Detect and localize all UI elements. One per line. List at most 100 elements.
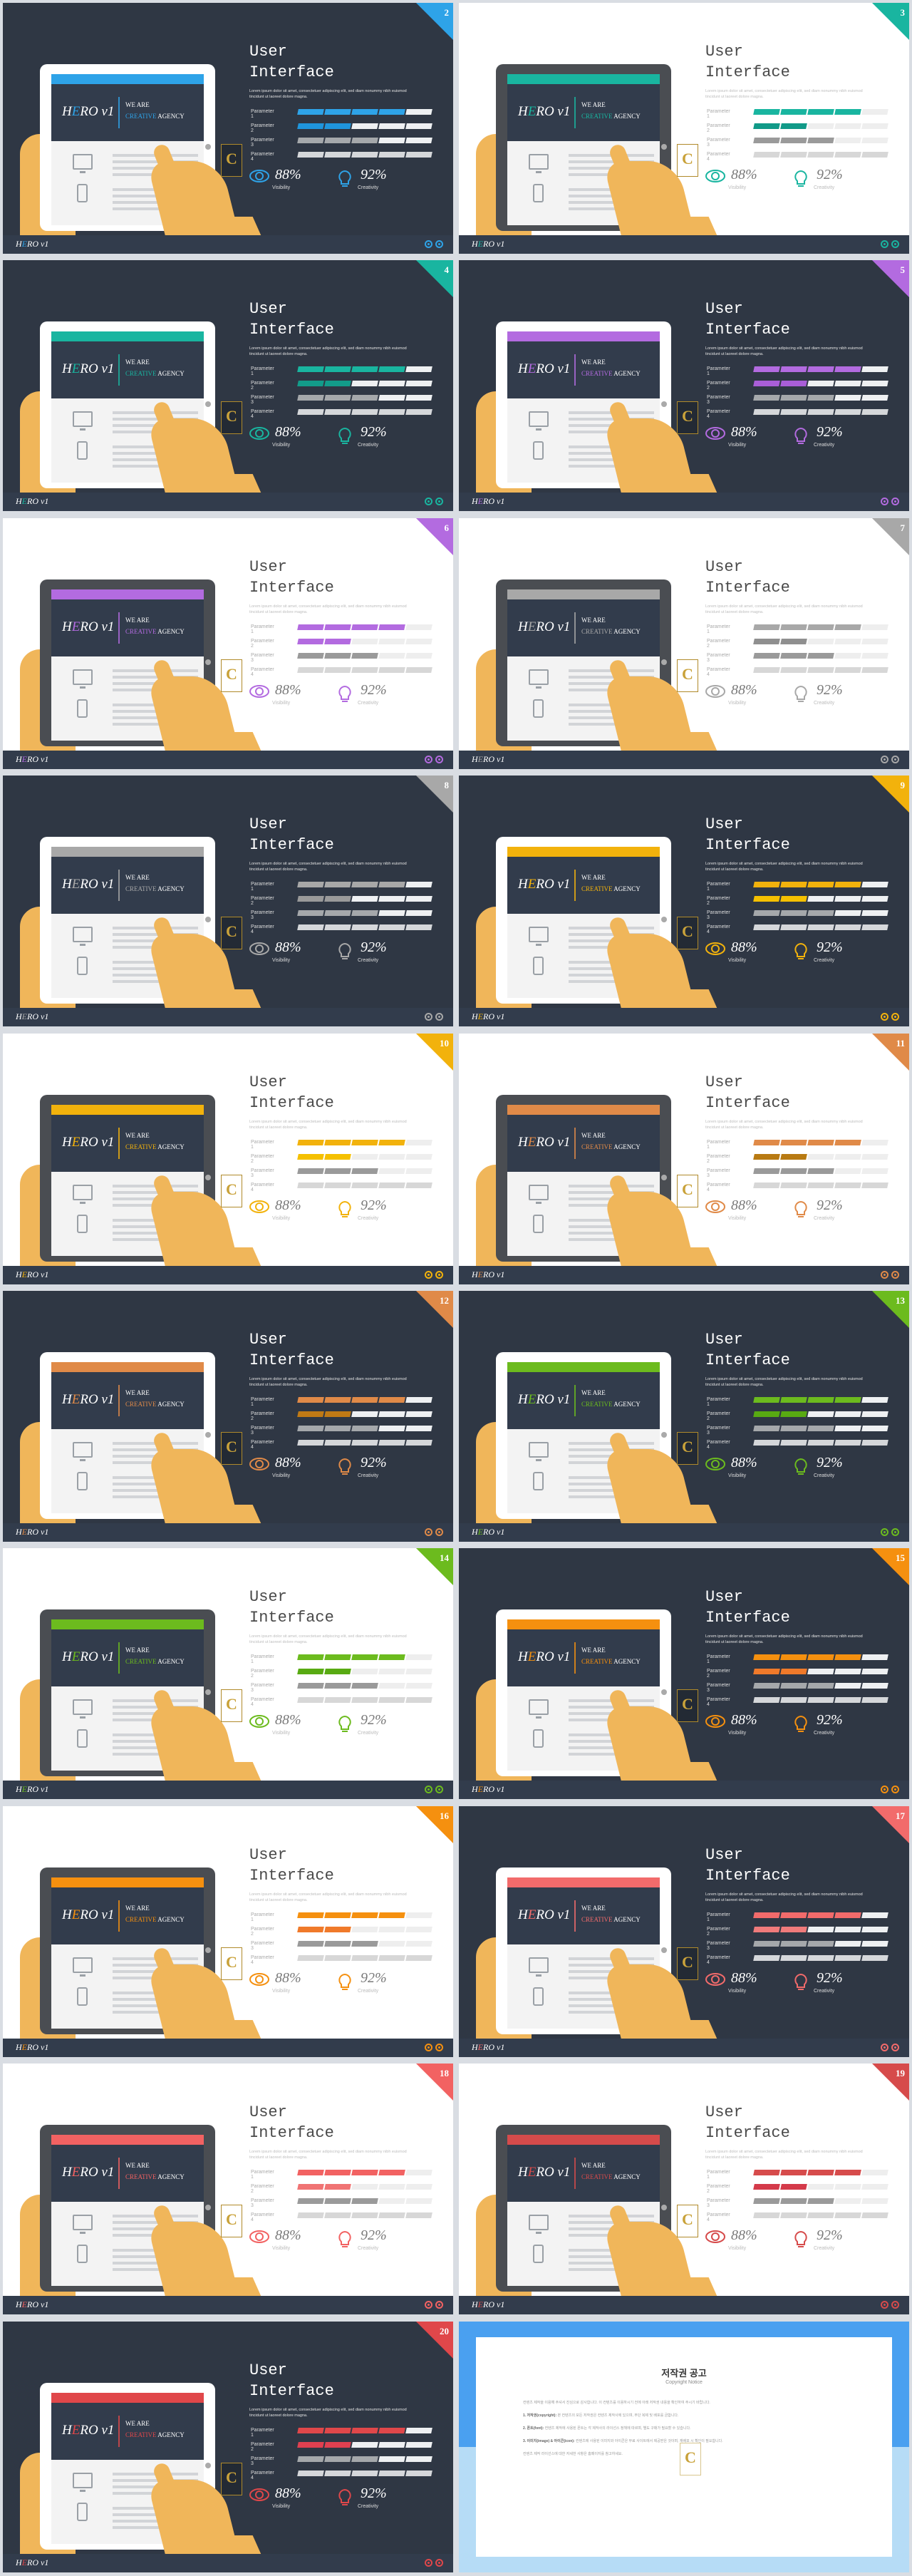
slide-thumbnail-3[interactable]: 3 HERO v1 WE ARE CREATIVE AGENCY C User … [459, 3, 909, 254]
next-slide-button[interactable] [891, 240, 899, 248]
next-slide-button[interactable] [435, 1013, 443, 1021]
parameter-label: Parameter 1 [251, 1912, 274, 1922]
slide-thumbnail-15[interactable]: 15 HERO v1 WE ARE CREATIVE AGENCY C User… [459, 1548, 909, 1800]
prev-slide-button[interactable] [425, 498, 432, 506]
next-slide-button[interactable] [891, 2043, 899, 2051]
slide-title: User Interface [705, 1073, 790, 1112]
bar-segment-filled [753, 652, 780, 659]
next-slide-button[interactable] [435, 2301, 443, 2309]
next-slide-button[interactable] [891, 1786, 899, 1794]
next-slide-button[interactable] [435, 2043, 443, 2051]
prev-slide-button[interactable] [881, 1786, 888, 1794]
next-slide-button[interactable] [891, 1013, 899, 1021]
prev-slide-button[interactable] [881, 2301, 888, 2309]
bar-segment-empty [378, 381, 405, 387]
tablet-home-button [661, 401, 667, 408]
eye-icon [705, 2230, 725, 2244]
bar-segment-filled [297, 381, 324, 387]
footer-logo: HERO v1 [472, 239, 505, 249]
prev-slide-button[interactable] [881, 498, 888, 506]
next-slide-button[interactable] [891, 498, 899, 506]
next-slide-button[interactable] [891, 1270, 899, 1279]
parameter-bar [297, 1440, 432, 1446]
parameter-bar [297, 2170, 432, 2176]
bar-segment-empty [378, 910, 405, 917]
slide-thumbnail-13[interactable]: 13 HERO v1 WE ARE CREATIVE AGENCY C User… [459, 1291, 909, 1542]
next-slide-button[interactable] [891, 1528, 899, 1536]
prev-slide-button[interactable] [425, 1013, 432, 1021]
slide-thumbnail-9[interactable]: 9 HERO v1 WE ARE CREATIVE AGENCY C User … [459, 776, 909, 1027]
slide-thumbnail-20[interactable]: 20 HERO v1 WE ARE CREATIVE AGENCY C User… [3, 2321, 453, 2572]
next-slide-button[interactable] [891, 755, 899, 763]
bar-segment-filled [753, 1697, 780, 1704]
next-slide-button[interactable] [435, 498, 443, 506]
prev-slide-button[interactable] [425, 2301, 432, 2309]
metric-label: Visibility [728, 958, 747, 964]
prev-slide-button[interactable] [425, 755, 432, 763]
parameter-bar [753, 1926, 888, 1932]
metric-label: Visibility [728, 1473, 747, 1478]
phone-icon [533, 1472, 544, 1490]
hero-tagline-line2: CREATIVE AGENCY [581, 2173, 641, 2181]
slide-thumbnail-8[interactable]: 8 HERO v1 WE ARE CREATIVE AGENCY C User … [3, 776, 453, 1027]
parameter-label: Parameter 2 [251, 1669, 274, 1679]
prev-slide-button[interactable] [881, 1528, 888, 1536]
next-slide-button[interactable] [435, 240, 443, 248]
next-slide-button[interactable] [435, 755, 443, 763]
prev-slide-button[interactable] [881, 1013, 888, 1021]
bar-segment-filled [780, 1168, 807, 1174]
slide-thumbnail-19[interactable]: 19 HERO v1 WE ARE CREATIVE AGENCY C User… [459, 2064, 909, 2315]
prev-slide-button[interactable] [881, 1270, 888, 1279]
copyright-slide[interactable]: 저작권 공고 Copyright Notice 컨텐츠 제작을 이용해 주셔서 … [459, 2321, 909, 2572]
prev-slide-button[interactable] [425, 1528, 432, 1536]
eye-icon [705, 427, 725, 441]
prev-slide-button[interactable] [425, 1786, 432, 1794]
hero-logo: HERO v1 [62, 1392, 115, 1407]
slide-thumbnail-7[interactable]: 7 HERO v1 WE ARE CREATIVE AGENCY C User … [459, 517, 909, 769]
tablet-home-button [205, 1947, 211, 1953]
bar-segment-empty [405, 1426, 432, 1431]
parameter-label: Parameter 2 [707, 1669, 730, 1679]
eye-icon [705, 684, 725, 698]
slide-footer: HERO v1 [459, 1781, 909, 1800]
next-slide-button[interactable] [435, 1786, 443, 1794]
slide-thumbnail-5[interactable]: 5 HERO v1 WE ARE CREATIVE AGENCY C User … [459, 260, 909, 512]
next-slide-button[interactable] [435, 1270, 443, 1279]
bar-segment-empty [351, 2184, 378, 2190]
slide-thumbnail-14[interactable]: 14 HERO v1 WE ARE CREATIVE AGENCY C User… [3, 1548, 453, 1800]
slide-thumbnail-16[interactable]: 16 HERO v1 WE ARE CREATIVE AGENCY C User… [3, 1805, 453, 2057]
prev-slide-button[interactable] [881, 755, 888, 763]
bar-segment-filled [834, 409, 861, 416]
slide-thumbnail-11[interactable]: 11 HERO v1 WE ARE CREATIVE AGENCY C User… [459, 1033, 909, 1284]
slide-description: Lorem ipsum dolor sit amet, consectetuer… [705, 346, 863, 357]
slide-thumbnail-2[interactable]: 2 HERO v1 WE ARE CREATIVE AGENCY C User … [3, 3, 453, 254]
next-slide-button[interactable] [435, 1528, 443, 1536]
slide-thumbnail-4[interactable]: 4 HERO v1 WE ARE CREATIVE AGENCY C User … [3, 260, 453, 512]
bar-segment-filled [780, 882, 807, 888]
next-slide-button[interactable] [435, 2558, 443, 2567]
slide-thumbnail-6[interactable]: 6 HERO v1 WE ARE CREATIVE AGENCY C User … [3, 517, 453, 769]
bar-segment-empty [351, 1411, 378, 1417]
prev-slide-button[interactable] [425, 1270, 432, 1279]
prev-slide-button[interactable] [881, 240, 888, 248]
slide-thumbnail-17[interactable]: 17 HERO v1 WE ARE CREATIVE AGENCY C User… [459, 1805, 909, 2057]
bar-segment-filled [780, 2212, 807, 2219]
bar-segment-filled [351, 910, 378, 917]
slide-thumbnail-18[interactable]: 18 HERO v1 WE ARE CREATIVE AGENCY C User… [3, 2064, 453, 2315]
bar-segment-empty [861, 1397, 888, 1403]
parameter-bar [753, 1182, 888, 1188]
prev-slide-button[interactable] [425, 2558, 432, 2567]
next-slide-button[interactable] [891, 2301, 899, 2309]
slide-thumbnail-12[interactable]: 12 HERO v1 WE ARE CREATIVE AGENCY C User… [3, 1291, 453, 1542]
parameter-label: Parameter 4 [251, 152, 274, 162]
bar-segment-empty [861, 2184, 888, 2190]
bar-segment-filled [834, 1954, 861, 1961]
hero-tagline-line2: CREATIVE AGENCY [125, 1658, 185, 1666]
prev-slide-button[interactable] [881, 2043, 888, 2051]
bar-segment-filled [378, 1182, 405, 1188]
bar-segment-filled [861, 1440, 888, 1446]
slide-thumbnail-10[interactable]: 10 HERO v1 WE ARE CREATIVE AGENCY C User… [3, 1033, 453, 1284]
bar-segment-filled [297, 1168, 324, 1174]
prev-slide-button[interactable] [425, 240, 432, 248]
prev-slide-button[interactable] [425, 2043, 432, 2051]
